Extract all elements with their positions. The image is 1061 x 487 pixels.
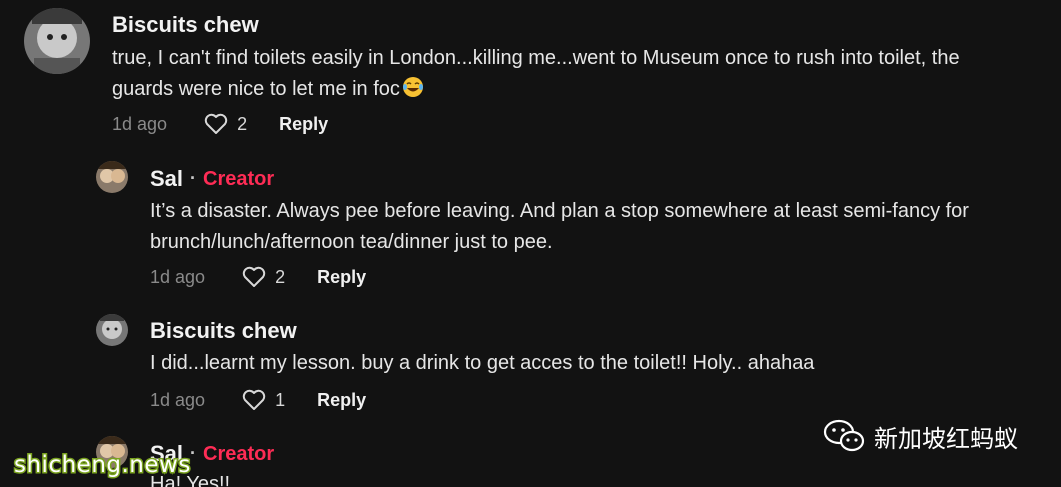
like-count: 2 [237,113,248,134]
wechat-watermark: 新加坡红蚂蚁 [822,418,1018,454]
avatar[interactable] [96,161,128,193]
heart-icon [242,389,266,410]
comment-text: true, I can't find toilets easily in Lon… [112,43,1052,105]
comment-text-line: Ha! Yes!! [150,473,231,487]
reply-button[interactable]: Reply [279,114,328,135]
comment-text-line: It’s a disaster. Always pee before leavi… [150,200,969,222]
comment-meta: 1d ago 2 Reply [112,111,328,137]
heart-icon [242,266,266,287]
comments-panel: Biscuits chew true, I can't find toilets… [0,0,1061,487]
like-count: 2 [275,266,286,287]
comment-text-line: brunch/lunch/afternoon tea/dinner just t… [150,231,553,253]
like-count: 1 [275,389,286,410]
comment-meta: 1d ago 2 Reply [150,264,366,290]
creator-badge: Creator [203,168,275,190]
avatar[interactable] [24,8,90,74]
like-button[interactable]: 2 [203,112,279,136]
comment-username[interactable]: Sal [150,166,183,192]
like-button[interactable]: 2 [241,265,317,289]
face-with-tears-of-joy-icon [402,76,424,98]
comment-timestamp: 1d ago [150,389,206,410]
comment-text-line: guards were nice to let me in foc [112,78,400,100]
avatar[interactable] [96,314,128,346]
like-button[interactable]: 1 [241,388,317,412]
comment-text: Ha! Yes!! [150,469,1050,487]
comment-username[interactable]: Biscuits chew [150,318,297,344]
comment-timestamp: 1d ago [112,113,168,134]
heart-icon [204,113,228,134]
wechat-account-name: 新加坡红蚂蚁 [874,424,1018,453]
site-watermark: shicheng.news [13,451,192,480]
reply-button[interactable]: Reply [317,267,366,288]
comment-text: It’s a disaster. Always pee before leavi… [150,196,1050,258]
comment-timestamp: 1d ago [150,266,206,287]
separator-dot: · [190,168,196,188]
comment-text: I did...learnt my lesson. buy a drink to… [150,348,1050,379]
comment-text-line-2: guards were nice to let me in foc [112,74,1052,105]
comment-meta: 1d ago 1 Reply [150,387,366,413]
comment-username[interactable]: Biscuits chew [112,12,259,38]
comment-text-line: I did...learnt my lesson. buy a drink to… [150,352,815,374]
comment-text-line: true, I can't find toilets easily in Lon… [112,47,960,69]
wechat-icon [823,419,865,452]
reply-button[interactable]: Reply [317,390,366,411]
creator-badge: Creator [203,443,275,465]
